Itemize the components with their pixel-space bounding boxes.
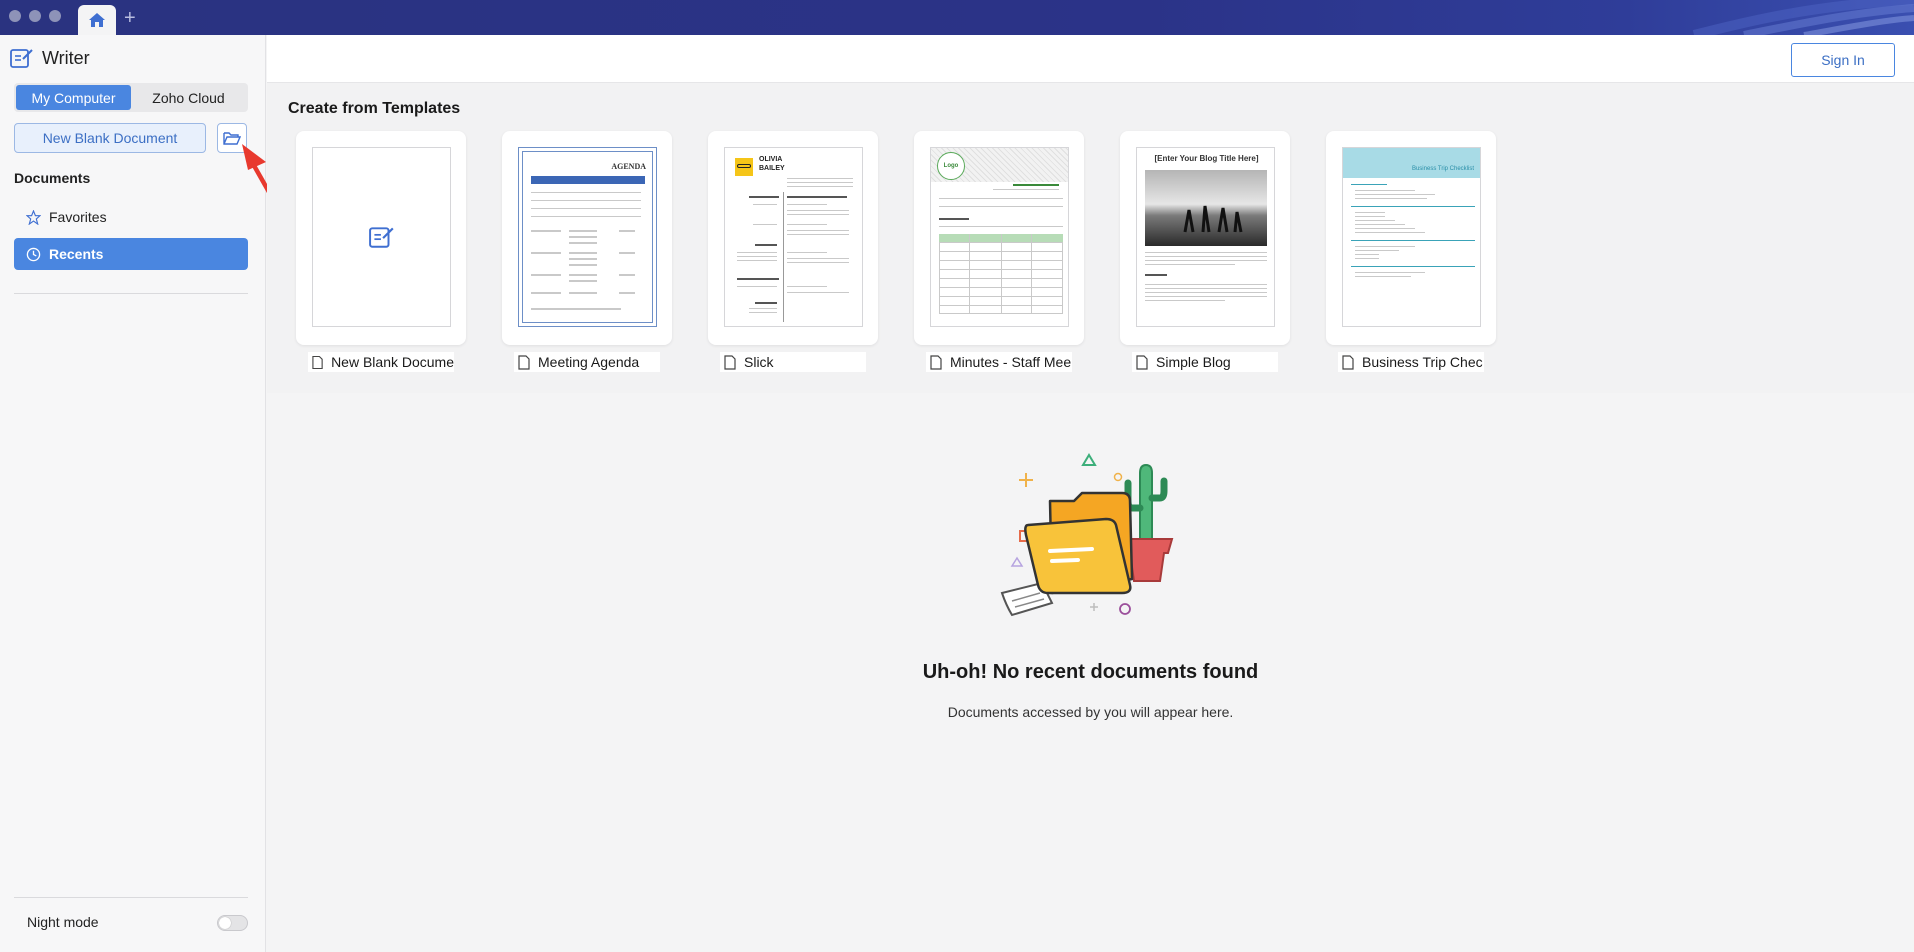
document-icon: [518, 354, 530, 370]
recents-empty-state: Uh-oh! No recent documents found Documen…: [267, 393, 1914, 952]
empty-folder-illustration: [1000, 453, 1174, 617]
template-label[interactable]: New Blank Docume: [308, 352, 454, 372]
writer-logo-icon: [368, 227, 394, 248]
star-icon: [26, 209, 41, 225]
night-mode-label: Night mode: [27, 914, 99, 930]
template-label[interactable]: Slick: [720, 352, 866, 372]
empty-state-title: Uh-oh! No recent documents found: [922, 661, 1259, 683]
home-icon: [89, 13, 105, 27]
sidebar: Writer My Computer Zoho Cloud New Blank …: [0, 35, 266, 952]
template-thumbnail: OLIVIA BAILEY: [724, 147, 863, 327]
template-card-blank[interactable]: [296, 131, 466, 345]
sign-in-button[interactable]: Sign In: [1791, 43, 1895, 77]
template-thumbnail: [312, 147, 451, 327]
night-mode-toggle[interactable]: [217, 915, 248, 931]
app-brand: Writer: [10, 47, 90, 69]
template-thumbnail: Logo: [930, 147, 1069, 327]
template-label[interactable]: Minutes - Staff Mee: [926, 352, 1072, 372]
app-name: Writer: [42, 47, 90, 68]
sidebar-divider: [14, 897, 248, 898]
thumb-text: BAILEY: [759, 165, 785, 172]
template-card-minutes[interactable]: Logo: [914, 131, 1084, 345]
templates-heading: Create from Templates: [288, 100, 461, 117]
template-thumbnail: Business Trip Checklist: [1342, 147, 1481, 327]
template-card-simple-blog[interactable]: [Enter Your Blog Title Here]: [1120, 131, 1290, 345]
template-thumbnail: [Enter Your Blog Title Here]: [1136, 147, 1275, 327]
tab-my-computer[interactable]: My Computer: [16, 85, 131, 110]
sidebar-item-label: Recents: [49, 246, 104, 262]
zoom-window-button[interactable]: [49, 10, 61, 22]
thumb-text: Business Trip Checklist: [1411, 166, 1474, 172]
document-icon: [1342, 354, 1354, 370]
document-icon: [724, 354, 736, 370]
sidebar-item-recents[interactable]: Recents: [14, 238, 248, 270]
clock-icon: [26, 247, 41, 261]
thumb-text: Logo: [943, 163, 959, 169]
tab-zoho-cloud[interactable]: Zoho Cloud: [131, 85, 246, 110]
thumb-text: [Enter Your Blog Title Here]: [1154, 154, 1259, 163]
document-icon: [1136, 354, 1148, 370]
documents-heading: Documents: [14, 170, 91, 186]
template-card-business-trip[interactable]: Business Trip Checklist: [1326, 131, 1496, 345]
close-window-button[interactable]: [9, 10, 21, 22]
add-tab-button[interactable]: +: [124, 6, 136, 30]
window-titlebar: +: [0, 0, 1914, 35]
template-label[interactable]: Meeting Agenda: [514, 352, 660, 372]
tab-home[interactable]: [78, 5, 116, 35]
document-icon: [312, 355, 323, 369]
templates-section: Create from Templates New Blank Docume A…: [267, 83, 1914, 393]
template-card-meeting-agenda[interactable]: AGENDA: [502, 131, 672, 345]
sidebar-divider: [14, 293, 248, 294]
titlebar-decoration: [1654, 0, 1914, 35]
sidebar-item-label: Favorites: [49, 209, 107, 225]
storage-switch: My Computer Zoho Cloud: [14, 83, 248, 112]
sidebar-item-favorites[interactable]: Favorites: [14, 201, 248, 233]
template-thumbnail: AGENDA: [518, 147, 657, 327]
new-blank-document-button[interactable]: New Blank Document: [14, 123, 206, 153]
thumb-text: OLIVIA: [759, 156, 783, 163]
empty-state-subtitle: Documents accessed by you will appear he…: [947, 704, 1234, 720]
minimize-window-button[interactable]: [29, 10, 41, 22]
writer-logo-icon: [10, 49, 33, 68]
document-icon: [930, 354, 942, 370]
header-bar: Sign In: [267, 35, 1914, 83]
thumb-text: AGENDA: [611, 162, 646, 171]
template-card-slick[interactable]: OLIVIA BAILEY: [708, 131, 878, 345]
template-label[interactable]: Business Trip Chec: [1338, 352, 1484, 372]
template-label[interactable]: Simple Blog: [1132, 352, 1278, 372]
